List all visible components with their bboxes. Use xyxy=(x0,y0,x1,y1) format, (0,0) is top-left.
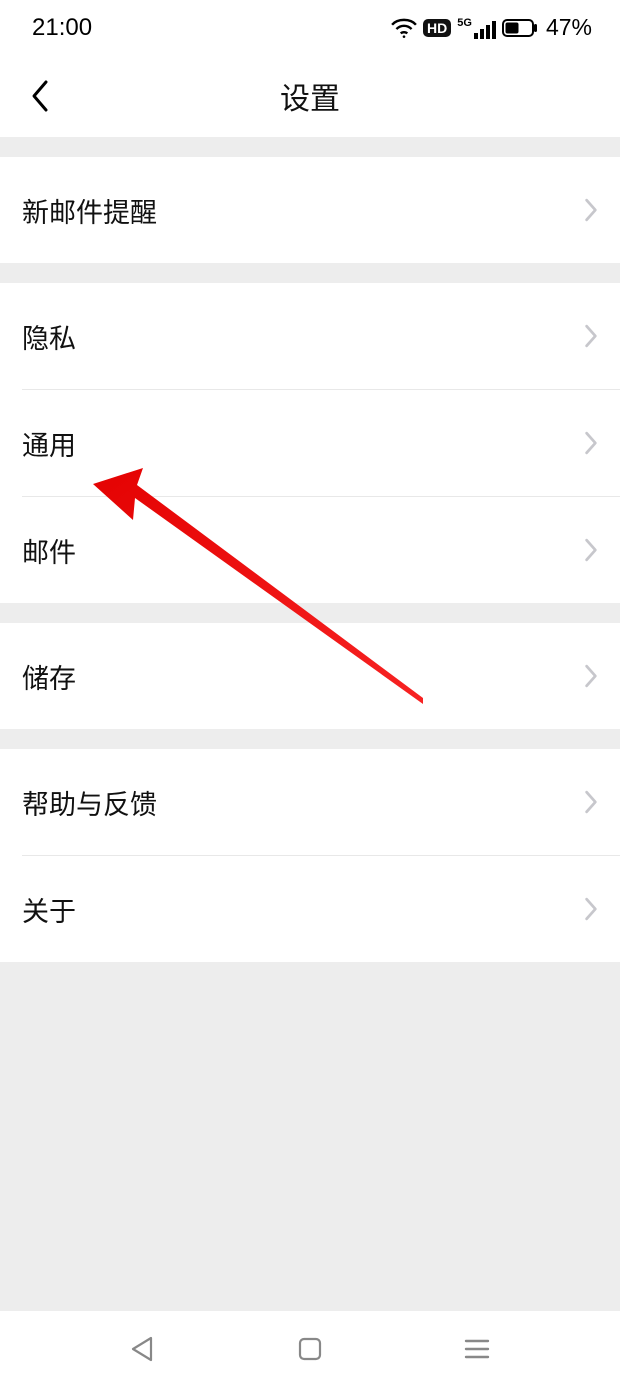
nav-back-button[interactable] xyxy=(113,1319,173,1379)
hd-badge: HD xyxy=(423,19,451,37)
status-indicators: HD 5G 47% xyxy=(391,14,592,41)
network-indicator: 5G xyxy=(457,17,496,39)
nav-menu-icon xyxy=(463,1337,491,1361)
item-label: 帮助与反馈 xyxy=(22,783,157,822)
page-header: 设置 xyxy=(0,55,620,137)
settings-group: 新邮件提醒 xyxy=(0,157,620,263)
chevron-right-icon xyxy=(584,897,598,921)
section-gap xyxy=(0,137,620,157)
item-label: 新邮件提醒 xyxy=(22,191,157,230)
page-title: 设置 xyxy=(280,74,340,118)
settings-group: 储存 xyxy=(0,623,620,729)
item-label: 隐私 xyxy=(22,317,76,356)
wifi-icon xyxy=(391,18,417,38)
nav-menu-button[interactable] xyxy=(447,1319,507,1379)
system-nav-bar xyxy=(0,1311,620,1386)
nav-back-icon xyxy=(129,1335,157,1363)
item-label: 关于 xyxy=(22,890,76,929)
back-button[interactable] xyxy=(20,76,60,116)
chevron-right-icon xyxy=(584,790,598,814)
item-label: 储存 xyxy=(22,657,76,696)
settings-item-general[interactable]: 通用 xyxy=(0,390,620,496)
back-icon xyxy=(30,79,50,113)
nav-home-icon xyxy=(297,1336,323,1362)
signal-icon xyxy=(474,19,496,39)
item-label: 邮件 xyxy=(22,531,76,570)
section-gap xyxy=(0,603,620,623)
chevron-right-icon xyxy=(584,431,598,455)
settings-item-storage[interactable]: 储存 xyxy=(0,623,620,729)
battery-percent: 47% xyxy=(546,14,592,41)
nav-home-button[interactable] xyxy=(280,1319,340,1379)
chevron-right-icon xyxy=(584,324,598,348)
settings-item-privacy[interactable]: 隐私 xyxy=(0,283,620,389)
settings-item-mail[interactable]: 邮件 xyxy=(0,497,620,603)
battery-icon xyxy=(502,19,538,37)
chevron-right-icon xyxy=(584,538,598,562)
item-label: 通用 xyxy=(22,424,76,463)
settings-group: 帮助与反馈 关于 xyxy=(0,749,620,962)
settings-item-new-mail-alert[interactable]: 新邮件提醒 xyxy=(0,157,620,263)
section-gap xyxy=(0,263,620,283)
settings-group: 隐私 通用 邮件 xyxy=(0,283,620,603)
section-gap xyxy=(0,729,620,749)
settings-item-about[interactable]: 关于 xyxy=(0,856,620,962)
status-time: 21:00 xyxy=(32,14,92,42)
status-bar: 21:00 HD 5G 47% xyxy=(0,0,620,55)
settings-item-help-feedback[interactable]: 帮助与反馈 xyxy=(0,749,620,855)
chevron-right-icon xyxy=(584,664,598,688)
chevron-right-icon xyxy=(584,198,598,222)
